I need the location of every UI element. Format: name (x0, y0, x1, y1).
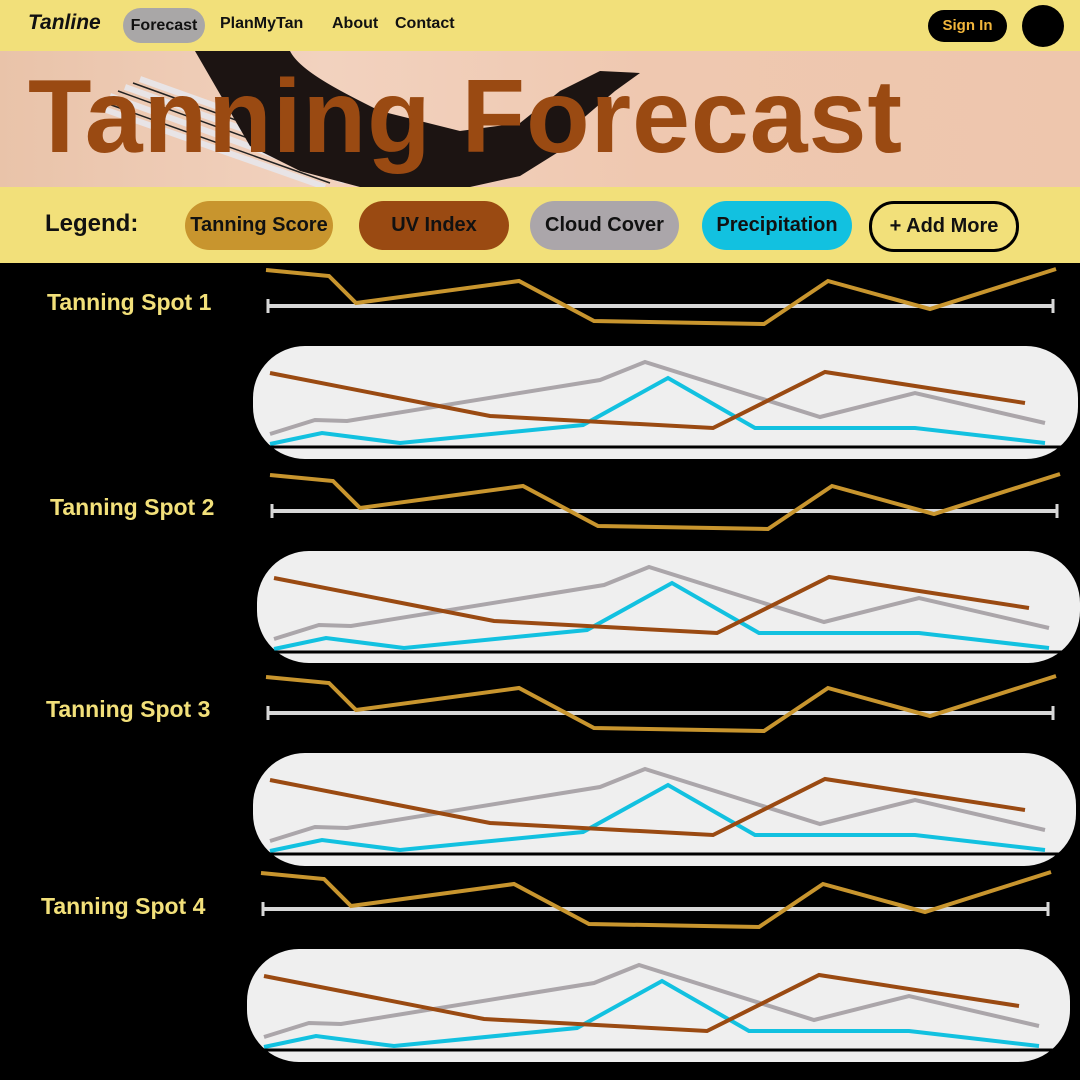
spot-3-tanning-score-line (265, 674, 1057, 734)
spot-1-tanning-score-line (265, 267, 1057, 327)
spot-2-tanning-score-line (269, 472, 1061, 532)
spot-4-tanning-score-line (260, 870, 1052, 930)
forecast-charts (247, 267, 1080, 1062)
